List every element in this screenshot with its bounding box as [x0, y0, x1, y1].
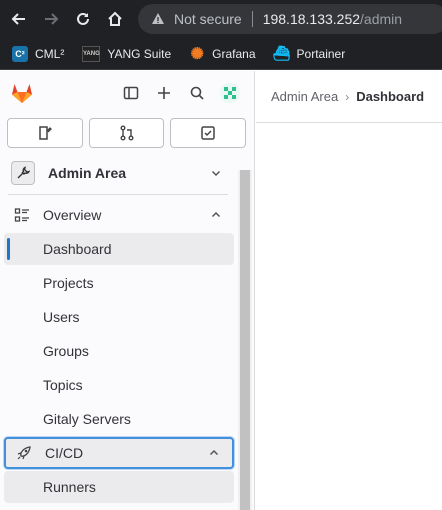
menu-divider — [8, 194, 228, 195]
nav-item-gitaly-servers[interactable]: Gitaly Servers — [4, 403, 234, 435]
gitlab-logo-icon[interactable] — [10, 81, 34, 105]
nav-item-label: Users — [43, 309, 80, 325]
reload-icon — [77, 12, 89, 25]
chevron-up-icon — [209, 449, 219, 456]
section-overview[interactable]: Overview — [4, 199, 234, 231]
portainer-icon: ⛴ — [272, 45, 291, 61]
home-icon — [108, 11, 122, 26]
sidebar-scrollbar[interactable] — [238, 170, 252, 510]
nav-item-dashboard[interactable]: Dashboard — [4, 233, 234, 265]
nav-item-label: Topics — [43, 377, 83, 393]
todos-button[interactable] — [170, 118, 247, 148]
todo-checkbox-icon — [201, 126, 215, 140]
nav-item-label: Projects — [43, 275, 94, 291]
issues-button[interactable] — [7, 118, 83, 148]
address-divider — [251, 11, 253, 27]
bookmark-label: CML² — [35, 46, 65, 61]
chevron-down-icon — [211, 170, 221, 177]
browser-toolbar: Not secure 198.18.133.252/admin — [0, 0, 442, 38]
user-avatar-icon[interactable] — [218, 81, 242, 105]
section-label: Overview — [43, 207, 102, 223]
nav-item-label: Runners — [43, 479, 96, 495]
nav-item-label: Dashboard — [43, 241, 112, 257]
merge-request-icon — [120, 125, 133, 141]
bookmark-label: Portainer — [296, 46, 346, 61]
nav-item-runners[interactable]: Runners — [4, 471, 234, 503]
rocket-icon — [16, 445, 32, 461]
breadcrumb-current[interactable]: Dashboard — [356, 89, 424, 104]
quick-actions — [0, 115, 254, 148]
back-arrow-icon — [11, 13, 25, 25]
home-button[interactable] — [102, 6, 128, 32]
bookmark-grafana[interactable]: ✺ Grafana — [189, 45, 256, 63]
main-content: Admin Area › Dashboard — [256, 71, 442, 510]
issues-icon — [39, 126, 52, 140]
bookmark-label: Grafana — [212, 46, 256, 61]
bookmark-cml[interactable]: C² CML² — [12, 45, 65, 62]
url-host: 198.18.133.252 — [262, 11, 361, 27]
overview-icon — [14, 207, 30, 223]
not-secure-label: Not secure — [174, 11, 242, 27]
bookmark-portainer[interactable]: ⛴ Portainer — [272, 45, 346, 62]
sidebar: Admin Area Overview Dashboard Projects U… — [0, 71, 255, 510]
search-icon[interactable] — [185, 81, 209, 105]
admin-area-switcher[interactable]: Admin Area — [4, 156, 234, 190]
address-bar[interactable]: Not secure 198.18.133.252/admin — [138, 4, 442, 34]
breadcrumb-chevron-icon: › — [345, 89, 350, 104]
reload-button[interactable] — [70, 6, 96, 32]
chevron-up-icon — [211, 211, 221, 218]
forward-arrow-icon — [45, 13, 59, 25]
warning-icon — [150, 11, 166, 27]
cml-icon: C² — [12, 45, 28, 62]
nav-item-groups[interactable]: Groups — [4, 335, 234, 367]
sidebar-header — [0, 71, 254, 115]
url-path: /admin — [360, 11, 403, 27]
nav-item-users[interactable]: Users — [4, 301, 234, 333]
grafana-icon: ✺ — [190, 45, 204, 63]
nav-item-topics[interactable]: Topics — [4, 369, 234, 401]
bookmarks-bar: C² CML² YANG YANG Suite ✺ Grafana ⛴ Port… — [0, 38, 442, 70]
breadcrumb: Admin Area › Dashboard — [256, 71, 442, 123]
breadcrumb-admin-area[interactable]: Admin Area — [271, 89, 338, 104]
forward-button[interactable] — [38, 6, 64, 32]
back-button[interactable] — [6, 6, 32, 32]
sidebar-scrollbar-thumb[interactable] — [240, 170, 250, 510]
wrench-icon — [11, 161, 35, 185]
merge-requests-button[interactable] — [88, 118, 165, 148]
bookmark-yang-suite[interactable]: YANG YANG Suite — [82, 45, 172, 62]
sidebar-toggle-icon[interactable] — [119, 81, 143, 105]
bookmark-label: YANG Suite — [107, 46, 172, 61]
nav-item-label: Gitaly Servers — [43, 411, 131, 427]
admin-nav-menu: Admin Area Overview Dashboard Projects U… — [0, 156, 238, 505]
admin-area-label: Admin Area — [48, 165, 127, 181]
nav-item-label: Groups — [43, 343, 89, 359]
plus-icon[interactable] — [152, 81, 176, 105]
yang-suite-icon: YANG — [82, 45, 101, 62]
section-label: CI/CD — [45, 445, 84, 461]
section-cicd[interactable]: CI/CD — [4, 437, 234, 469]
nav-item-projects[interactable]: Projects — [4, 267, 234, 299]
